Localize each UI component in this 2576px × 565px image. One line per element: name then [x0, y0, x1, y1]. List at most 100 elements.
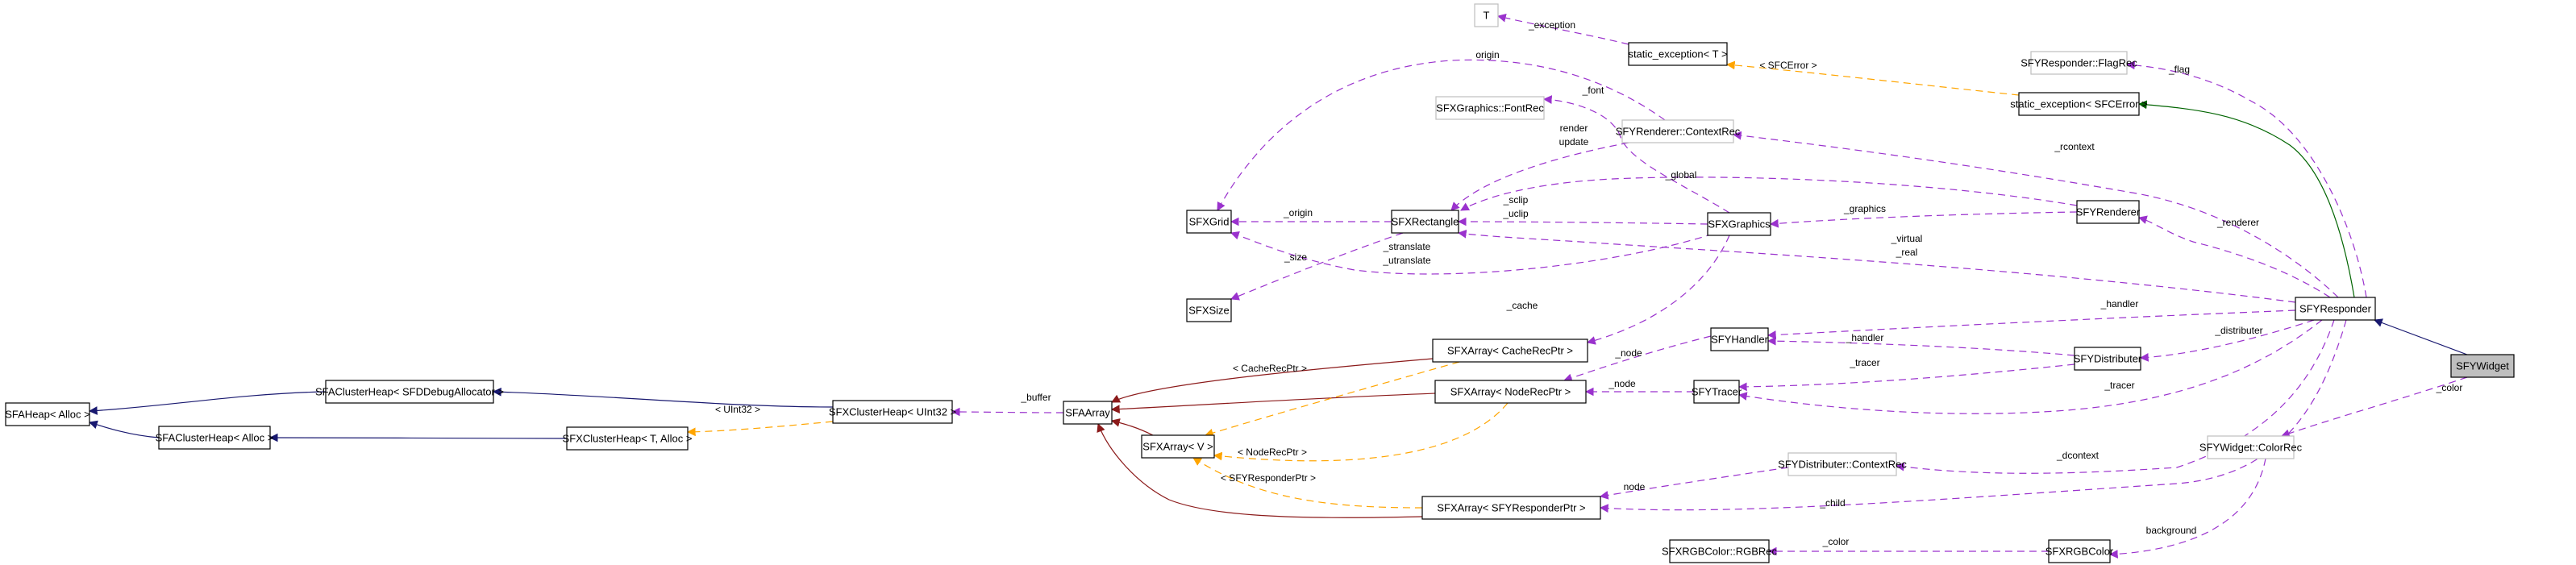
edge-usage: [1737, 364, 2075, 392]
class-node-label: SFAHeap< Alloc >: [5, 409, 90, 421]
class-node[interactable]: SFYWidget: [2450, 354, 2515, 378]
class-node-label: SFXArray< SFYResponderPtr >: [1437, 502, 1585, 514]
edge-usage: [1450, 142, 1629, 211]
class-node-label: SFYResponder::FlagRec: [2020, 57, 2137, 69]
class-node-label: SFYDistributer: [2074, 353, 2142, 365]
class-node[interactable]: SFYHandler: [1710, 327, 1769, 351]
class-node[interactable]: SFAHeap< Alloc >: [5, 402, 90, 426]
edge-label: _handler: [1846, 332, 1884, 343]
class-node-label: SFAArray: [1065, 407, 1110, 419]
class-node[interactable]: SFXArray< NodeRecPtr >: [1434, 380, 1587, 404]
class-node[interactable]: SFXGrid: [1186, 210, 1232, 234]
class-node[interactable]: SFYDistributer: [2074, 347, 2142, 371]
edge-usage: [1769, 211, 2078, 228]
edge-label: _distributer: [2214, 325, 2262, 336]
class-node-label: SFXGrid: [1189, 216, 1230, 228]
edge-label: _node: [1614, 347, 1642, 359]
edge-usage: [2125, 60, 2367, 298]
class-node[interactable]: SFYDistributer::ContextRec: [1778, 452, 1907, 476]
class-node-label: SFXClusterHeap< UInt32 >: [829, 406, 956, 418]
class-node[interactable]: SFAClusterHeap< Alloc >: [156, 426, 274, 450]
edge-label: background: [2146, 525, 2197, 536]
edge-template-instance: [686, 421, 834, 437]
class-node-label: SFXArray< CacheRecPtr >: [1447, 345, 1573, 357]
class-node-label: static_exception< SFCError >: [2010, 98, 2148, 110]
edge-label: _flag: [2168, 64, 2190, 75]
class-node[interactable]: SFXClusterHeap< UInt32 >: [829, 400, 956, 424]
class-node-label: SFXRGBColor: [2045, 546, 2114, 558]
edge-label: < SFYResponderPtr >: [1221, 472, 1316, 484]
class-node[interactable]: SFAClusterHeap< SFDDebugAllocator >: [315, 380, 504, 404]
class-node-label: SFXGraphics: [1708, 218, 1771, 231]
edge-usage: [1767, 336, 2075, 356]
class-node-label: T: [1484, 10, 1490, 22]
edge-usage: [1457, 229, 2296, 303]
edge-label: _global: [1665, 169, 1697, 181]
edge-usage: [1460, 177, 2078, 211]
edge-label: _rcontext: [2054, 141, 2095, 152]
class-node[interactable]: SFAArray: [1063, 401, 1113, 425]
class-node[interactable]: SFXRectangle: [1391, 210, 1459, 234]
edge-label: _buffer: [1020, 392, 1051, 403]
edge-label: _stranslate _utranslate: [1382, 241, 1431, 266]
edge-label: _color: [1822, 536, 1850, 547]
edge-public-inheritance: [492, 387, 834, 408]
edge-private-inheritance: [1110, 418, 1154, 436]
edge-usage: [2108, 458, 2266, 559]
edge-protected-inheritance: [2137, 100, 2355, 298]
edge-label: _node: [1608, 378, 1636, 389]
class-node[interactable]: SFYRenderer::ContextRec: [1616, 119, 1741, 143]
edge-usage: [1457, 217, 1708, 226]
class-node[interactable]: SFYResponder: [2295, 297, 2376, 321]
collaboration-diagram: < UInt32 > _buffer < CacheRecPtr > < NodeRe…: [5, 3, 2515, 563]
class-node[interactable]: SFXArray< CacheRecPtr >: [1432, 339, 1588, 363]
class-node[interactable]: SFXGraphics: [1707, 212, 1771, 236]
class-node[interactable]: SFYRenderer: [2076, 200, 2141, 224]
class-node[interactable]: T: [1474, 3, 1499, 27]
edge-private-inheritance: [1110, 393, 1436, 413]
class-node[interactable]: static_exception< SFCError >: [2010, 92, 2148, 116]
edge-label: _sclip _uclip: [1502, 194, 1529, 219]
edge-label: _exception: [1528, 19, 1575, 31]
class-node[interactable]: SFXRGBColor: [2045, 539, 2114, 563]
class-node-label: SFAClusterHeap< SFDDebugAllocator >: [315, 386, 504, 398]
class-node[interactable]: SFYTracer: [1692, 380, 1742, 404]
class-node[interactable]: SFXRGBColor::RGBRec: [1662, 539, 1778, 563]
class-node[interactable]: SFXArray< SFYResponderPtr >: [1421, 496, 1601, 520]
edge-label: _child: [1819, 497, 1845, 509]
edge-label: < UInt32 >: [715, 404, 760, 415]
class-node-label: SFXArray< V >: [1142, 441, 1213, 453]
class-node[interactable]: SFXArray< V >: [1141, 434, 1215, 459]
edge-usage: [1586, 235, 1730, 345]
class-node[interactable]: static_exception< T >: [1628, 42, 1728, 66]
edge-usage: [1542, 95, 1730, 214]
edge-label: origin: [1475, 49, 1499, 60]
class-node-label: SFYHandler: [1711, 334, 1768, 346]
edge-labels-layer: < UInt32 > _buffer < CacheRecPtr > < NodeRe…: [715, 19, 2462, 547]
class-node[interactable]: SFYResponder::FlagRec: [2020, 51, 2137, 75]
class-node-label: SFXClusterHeap< T, Alloc >: [563, 433, 693, 445]
class-node-label: SFYWidget::ColorRec: [2199, 442, 2303, 454]
edge-label: _renderer: [2216, 217, 2259, 228]
class-node-label: SFYRenderer: [2076, 206, 2141, 218]
class-node-label: static_exception< T >: [1628, 48, 1727, 60]
edge-label: _origin: [1283, 207, 1313, 218]
edge-usage: [951, 407, 1064, 417]
edge-label: _cache: [1506, 300, 1538, 311]
class-node[interactable]: SFYWidget::ColorRec: [2199, 435, 2303, 459]
class-node[interactable]: SFXSize: [1186, 298, 1232, 322]
edge-label: render update: [1559, 123, 1589, 147]
class-node-label: SFAClusterHeap< Alloc >: [156, 432, 274, 444]
edge-label: _size: [1284, 251, 1307, 263]
class-node[interactable]: SFXGraphics::FontRec: [1435, 96, 1545, 120]
edge-public-inheritance: [2373, 318, 2468, 355]
edge-public-inheritance: [88, 391, 327, 415]
class-node-label: SFXGraphics::FontRec: [1436, 102, 1544, 114]
class-node-label: SFXRectangle: [1392, 216, 1459, 228]
edge-label: _font: [1582, 85, 1604, 96]
edge-label: node: [1624, 481, 1646, 492]
edge-label: < NodeRecPtr >: [1238, 447, 1307, 458]
class-node-label: SFYWidget: [2456, 360, 2509, 372]
class-node-label: SFYTracer: [1692, 386, 1742, 398]
class-node[interactable]: SFXClusterHeap< T, Alloc >: [563, 426, 693, 451]
